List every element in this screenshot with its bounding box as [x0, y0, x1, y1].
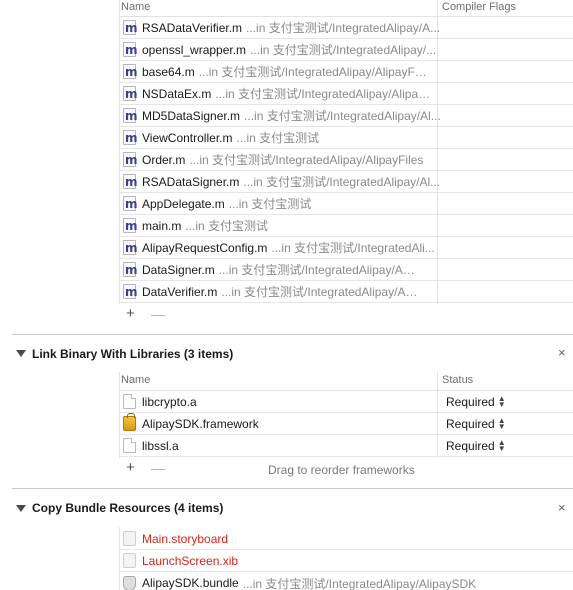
compile-source-row[interactable]: m ViewController.m ...in 支付宝测试	[119, 127, 573, 149]
library-name: AlipaySDK.framework	[142, 416, 259, 431]
objc-m-file-icon: m	[123, 86, 138, 101]
objc-m-file-icon: m	[123, 196, 138, 211]
disclosure-triangle-icon[interactable]	[16, 505, 26, 512]
file-name: DataSigner.m	[142, 262, 215, 277]
remove-compile-source-button[interactable]: —	[151, 306, 165, 322]
file-path: ...in 支付宝测试/IntegratedAli...	[271, 241, 435, 255]
copy-bundle-section-title[interactable]: Copy Bundle Resources (4 items)	[32, 501, 223, 515]
file-name: DataVerifier.m	[142, 284, 218, 299]
file-name: AppDelegate.m	[142, 196, 225, 211]
missing-file-icon	[123, 531, 136, 546]
file-name: AlipayRequestConfig.m	[142, 240, 268, 255]
library-name: libssl.a	[142, 438, 179, 453]
file-path: ...in 支付宝测试/IntegratedAlipay/Alipay...	[221, 285, 420, 299]
objc-m-file-icon: m	[123, 42, 138, 57]
file-path: ...in 支付宝测试	[236, 131, 320, 145]
up-down-arrows-icon: ▲ ▼	[497, 438, 506, 453]
document-icon	[123, 438, 136, 453]
objc-m-file-icon: m	[123, 64, 138, 79]
file-name: base64.m	[142, 64, 195, 79]
section-divider	[12, 334, 573, 335]
library-name: libcrypto.a	[142, 394, 197, 409]
file-name: ViewController.m	[142, 130, 233, 145]
add-compile-source-button[interactable]: +	[126, 305, 135, 322]
resource-name: LaunchScreen.xib	[142, 553, 239, 568]
file-path: ...in 支付宝测试	[185, 219, 269, 233]
compile-source-row[interactable]: m MD5DataSigner.m ...in 支付宝测试/Integrated…	[119, 105, 573, 127]
file-name: RSADataSigner.m	[142, 174, 240, 189]
compile-source-row[interactable]: m DataVerifier.m ...in 支付宝测试/IntegratedA…	[119, 281, 573, 303]
compile-source-row[interactable]: m AppDelegate.m ...in 支付宝测试	[119, 193, 573, 215]
file-path: ...in 支付宝测试/IntegratedAlipay/Al...	[243, 175, 441, 189]
file-name: openssl_wrapper.m	[142, 42, 247, 57]
compile-source-row[interactable]: m Order.m ...in 支付宝测试/IntegratedAlipay/A…	[119, 149, 573, 171]
resource-row[interactable]: AlipaySDK.bundle ...in 支付宝测试/IntegratedA…	[119, 572, 573, 590]
objc-m-file-icon: m	[123, 262, 138, 277]
status-value: Required	[446, 417, 495, 431]
status-popup[interactable]: Required ▲ ▼	[446, 413, 506, 435]
compile-source-row[interactable]: m base64.m ...in 支付宝测试/IntegratedAlipay/…	[119, 61, 573, 83]
resource-path: ...in 支付宝测试/IntegratedAlipay/AlipaySDK	[242, 576, 477, 590]
column-header-name[interactable]: Name	[121, 1, 150, 13]
compile-source-row[interactable]: m main.m ...in 支付宝测试	[119, 215, 573, 237]
up-down-arrows-icon: ▲ ▼	[497, 394, 506, 409]
file-path: ...in 支付宝测试/IntegratedAlipay/AlipayFiles	[189, 153, 424, 167]
remove-library-button[interactable]: —	[151, 460, 165, 476]
file-name: Order.m	[142, 152, 186, 167]
file-path: ...in 支付宝测试/IntegratedAlipay/A...	[246, 21, 441, 35]
file-path: ...in 支付宝测试	[228, 197, 312, 211]
compile-source-row[interactable]: m NSDataEx.m ...in 支付宝测试/IntegratedAlipa…	[119, 83, 573, 105]
objc-m-file-icon: m	[123, 240, 138, 255]
file-name: NSDataEx.m	[142, 86, 212, 101]
framework-toolbox-icon	[123, 413, 136, 431]
status-popup[interactable]: Required ▲ ▼	[446, 391, 506, 413]
file-path: ...in 支付宝测试/IntegratedAlipay/Alipay...	[218, 263, 417, 277]
compile-source-row[interactable]: m openssl_wrapper.m ...in 支付宝测试/Integrat…	[119, 39, 573, 61]
objc-m-file-icon: m	[123, 174, 138, 189]
status-value: Required	[446, 395, 495, 409]
disclosure-triangle-icon[interactable]	[16, 350, 26, 357]
compile-source-row[interactable]: m DataSigner.m ...in 支付宝测试/IntegratedAli…	[119, 259, 573, 281]
column-header-compiler-flags[interactable]: Compiler Flags	[442, 1, 516, 13]
file-path: ...in 支付宝测试/IntegratedAlipay/AlipayF...	[215, 87, 436, 101]
file-path: ...in 支付宝测试/IntegratedAlipay/...	[250, 43, 437, 57]
resource-row[interactable]: Main.storyboard	[119, 528, 573, 550]
link-binary-section-title[interactable]: Link Binary With Libraries (3 items)	[32, 347, 233, 361]
missing-file-icon	[123, 553, 136, 568]
column-header-name[interactable]: Name	[121, 374, 150, 386]
column-header-status[interactable]: Status	[442, 374, 473, 386]
objc-m-file-icon: m	[123, 152, 138, 167]
up-down-arrows-icon: ▲ ▼	[497, 416, 506, 431]
file-name: main.m	[142, 218, 182, 233]
resource-name: Main.storyboard	[142, 531, 229, 546]
objc-m-file-icon: m	[123, 218, 138, 233]
file-path: ...in 支付宝测试/IntegratedAlipay/AlipayFile.…	[198, 65, 429, 79]
status-value: Required	[446, 439, 495, 453]
objc-m-file-icon: m	[123, 284, 138, 299]
resource-name: AlipaySDK.bundle	[142, 576, 239, 590]
objc-m-file-icon: m	[123, 20, 138, 35]
compile-source-row[interactable]: m AlipayRequestConfig.m ...in 支付宝测试/Inte…	[119, 237, 573, 259]
file-path: ...in 支付宝测试/IntegratedAlipay/Al...	[244, 109, 441, 123]
resource-row[interactable]: LaunchScreen.xib	[119, 550, 573, 572]
document-icon	[123, 394, 136, 409]
file-name: RSADataVerifier.m	[142, 20, 243, 35]
remove-phase-close-icon[interactable]: ×	[558, 345, 566, 360]
drag-to-reorder-hint: Drag to reorder frameworks	[268, 463, 415, 477]
compile-source-row[interactable]: m RSADataVerifier.m ...in 支付宝测试/Integrat…	[119, 17, 573, 39]
status-popup[interactable]: Required ▲ ▼	[446, 435, 506, 457]
compile-source-row[interactable]: m RSADataSigner.m ...in 支付宝测试/Integrated…	[119, 171, 573, 193]
file-name: MD5DataSigner.m	[142, 108, 241, 123]
bundle-icon	[123, 575, 136, 590]
add-library-button[interactable]: +	[126, 459, 135, 476]
objc-m-file-icon: m	[123, 130, 138, 145]
objc-m-file-icon: m	[123, 108, 138, 123]
section-divider	[12, 488, 573, 489]
remove-phase-close-icon[interactable]: ×	[558, 500, 566, 515]
